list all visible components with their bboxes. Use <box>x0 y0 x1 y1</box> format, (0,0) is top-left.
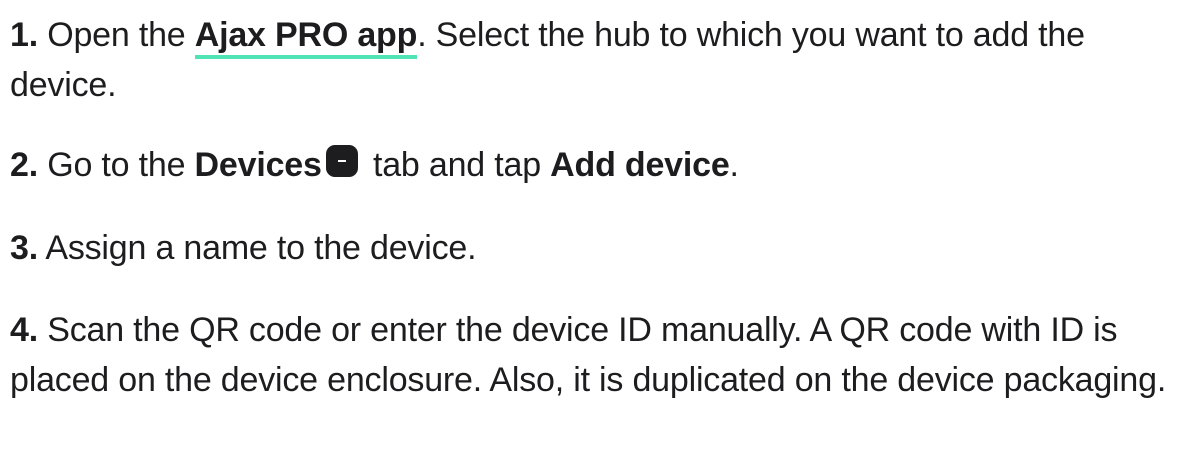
step-text: . <box>729 146 739 184</box>
step-text: Open the <box>47 16 195 54</box>
step-number: 2. <box>10 146 38 184</box>
step-number: 4. <box>10 311 38 349</box>
step-2: 2. Go to the Devices tab and tap Add dev… <box>10 140 1170 190</box>
devices-tab-label: Devices <box>194 146 322 184</box>
devices-tab-icon <box>325 145 358 177</box>
step-text: Go to the <box>47 146 195 184</box>
step-1: 1. Open the Ajax PRO app. Select the hub… <box>10 10 1170 110</box>
step-3: 3. Assign a name to the device. <box>10 223 1170 273</box>
ajax-pro-app-link[interactable]: Ajax PRO app <box>194 16 417 59</box>
step-4: 4. Scan the QR code or enter the device … <box>10 305 1170 405</box>
instruction-steps: 1. Open the Ajax PRO app. Select the hub… <box>0 0 1180 465</box>
step-number: 3. <box>10 229 38 267</box>
step-text: Scan the QR code or enter the device ID … <box>10 311 1167 399</box>
step-number: 1. <box>10 16 38 54</box>
add-device-label: Add device <box>550 146 730 184</box>
step-text: tab and tap <box>363 146 551 184</box>
step-text: Assign a name to the device. <box>45 229 477 267</box>
